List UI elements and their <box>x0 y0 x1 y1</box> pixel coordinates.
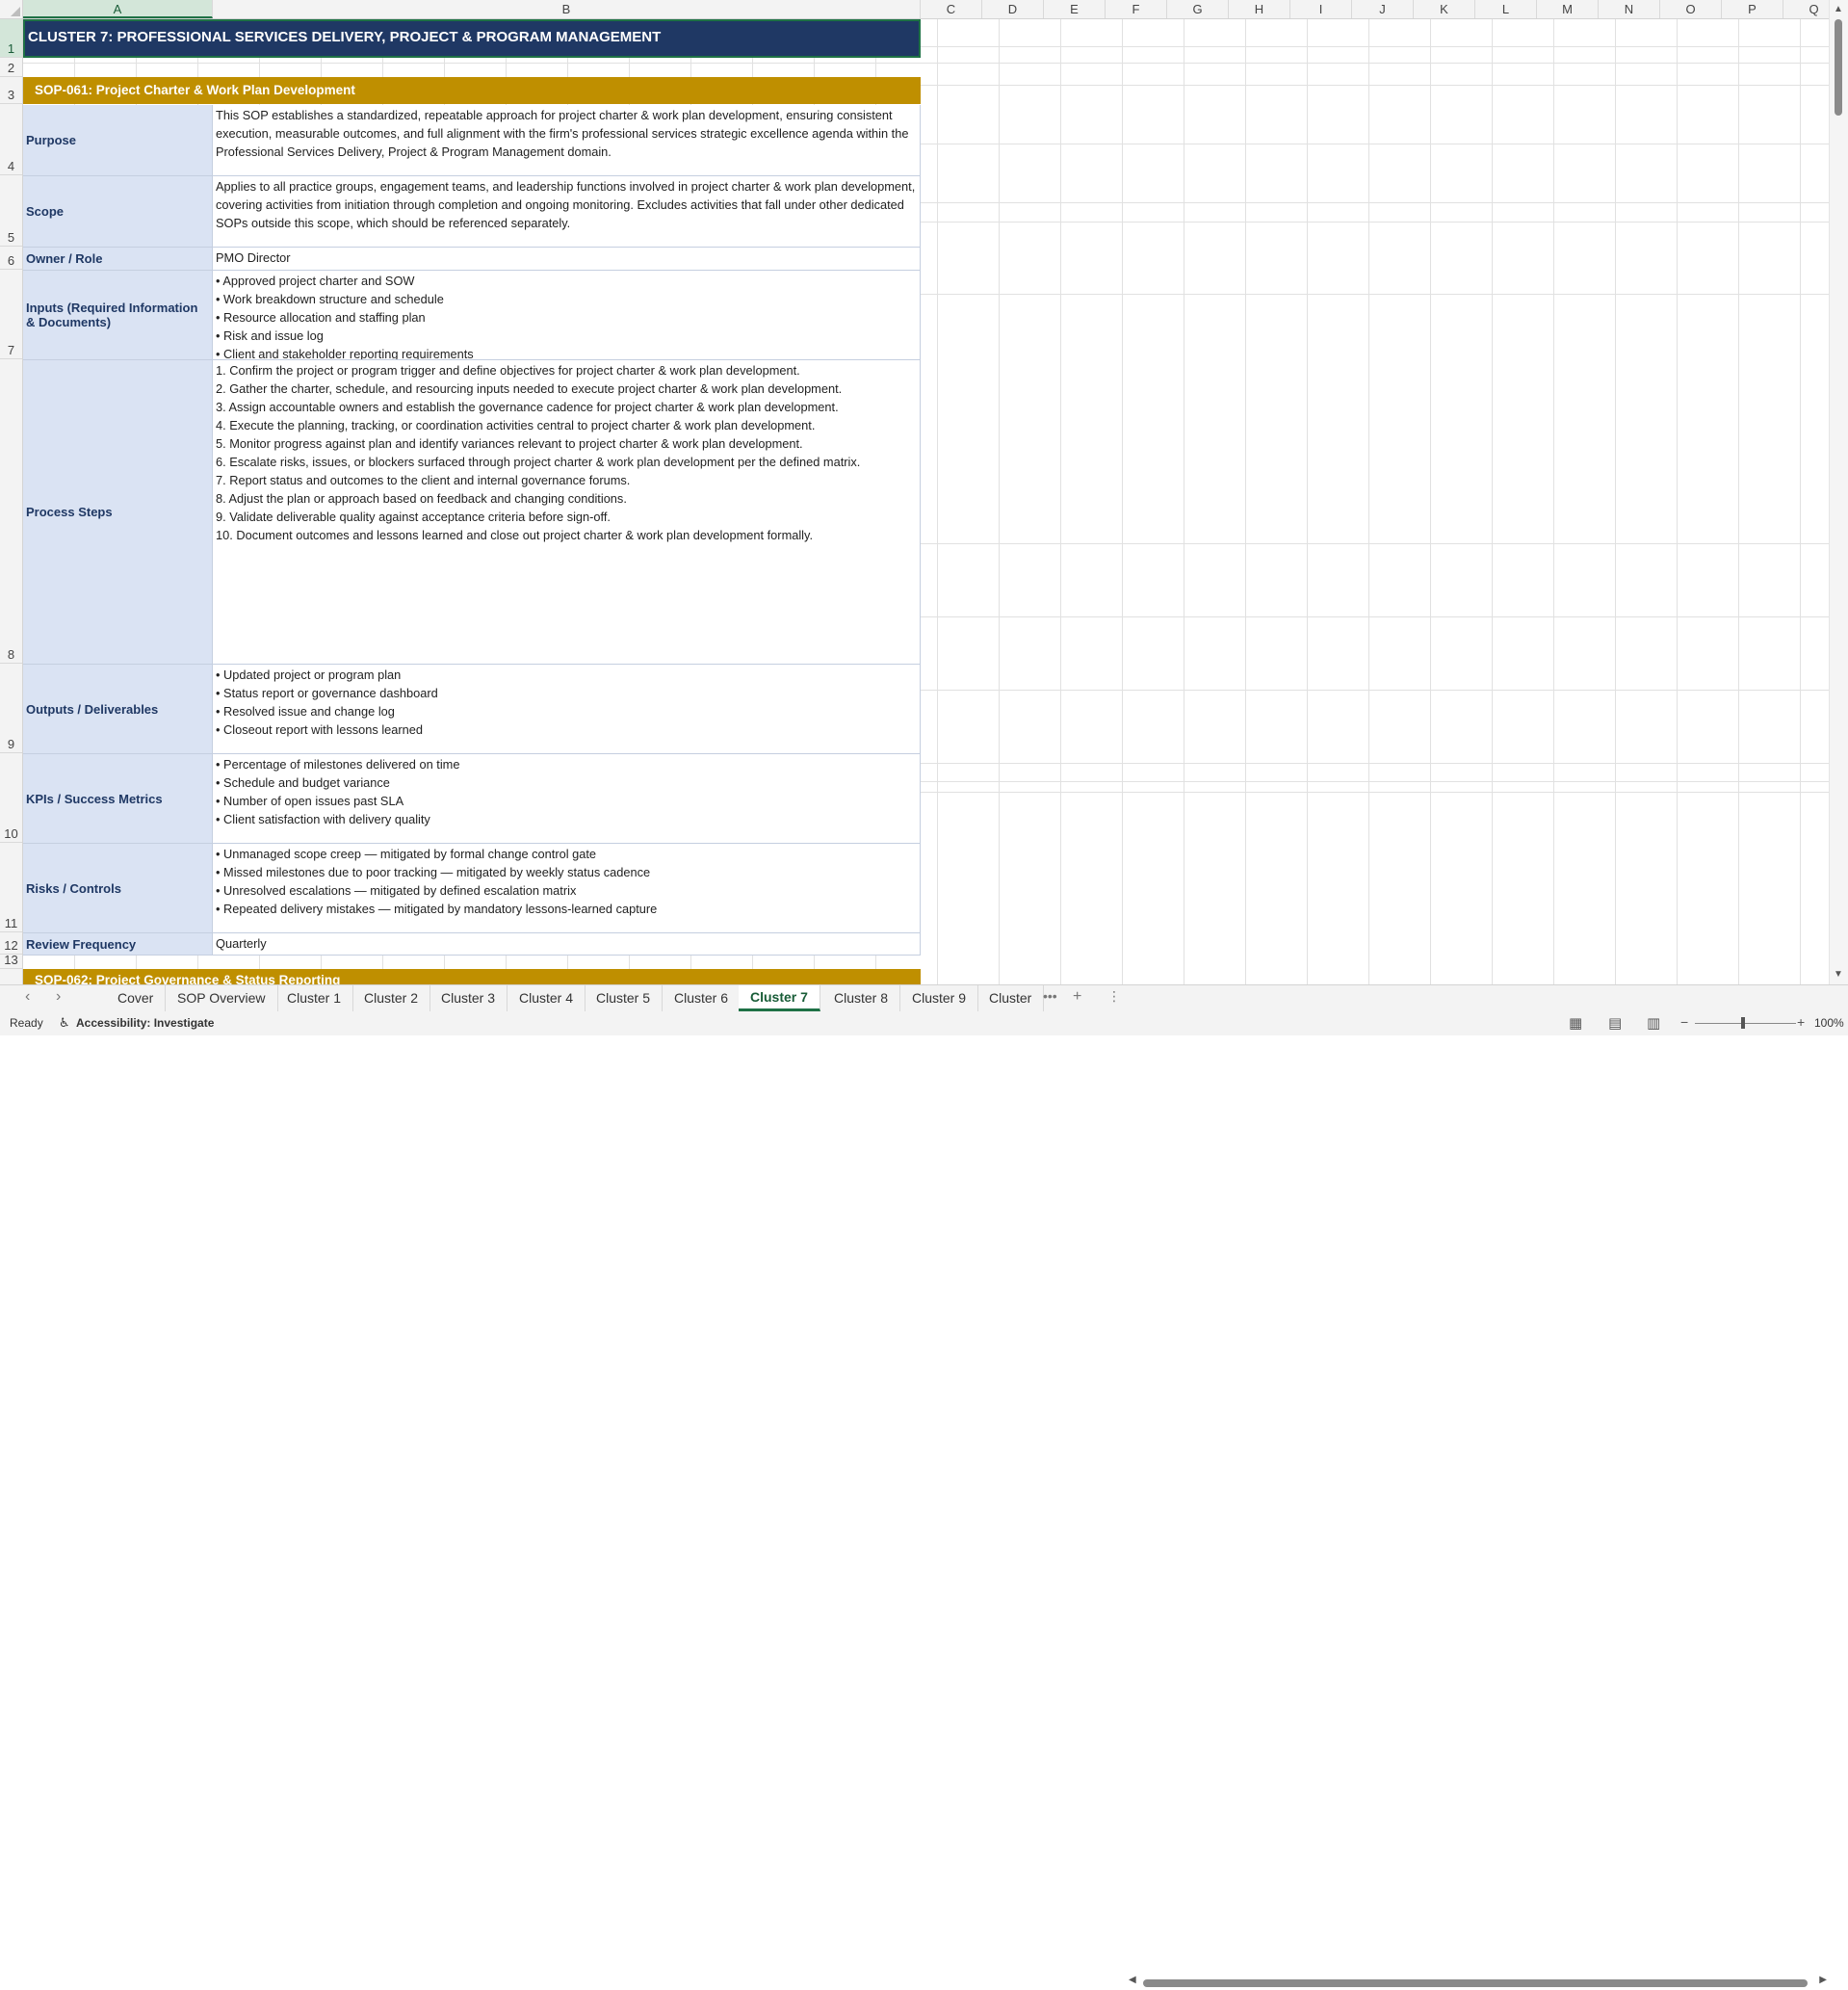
field-value-scope[interactable]: Applies to all practice groups, engageme… <box>213 176 921 248</box>
column-header-l[interactable]: L <box>1475 0 1537 18</box>
field-label-inputs[interactable]: Inputs (Required Information & Documents… <box>23 271 213 360</box>
sheet-tab-cluster-5[interactable]: Cluster 5 <box>585 985 664 1011</box>
page-layout-view-icon[interactable]: ▤ <box>1608 1014 1622 1032</box>
zoom-out-icon[interactable]: − <box>1680 1014 1688 1030</box>
column-header-b[interactable]: B <box>213 0 921 18</box>
row-header-11[interactable]: 11 <box>0 843 22 932</box>
column-header-g[interactable]: G <box>1167 0 1229 18</box>
hscroll-left-icon[interactable]: ◀ <box>1129 1975 1136 1985</box>
field-label-scope[interactable]: Scope <box>23 176 213 248</box>
vertical-scrollbar[interactable]: ▲ ▼ <box>1829 0 1848 984</box>
column-header-o[interactable]: O <box>1660 0 1722 18</box>
zoom-slider-handle[interactable] <box>1741 1017 1745 1029</box>
accessibility-status[interactable]: Accessibility: Investigate <box>76 1016 214 1030</box>
tab-scroll-left-icon[interactable]: ‹ <box>25 988 30 1006</box>
row-header-9[interactable]: 9 <box>0 664 22 753</box>
sop-header[interactable]: SOP-061: Project Charter & Work Plan Dev… <box>23 77 921 104</box>
gridline <box>23 63 1830 64</box>
sheet-tab-cluster-6[interactable]: Cluster 6 <box>663 985 742 1011</box>
row-header-7[interactable]: 7 <box>0 270 22 359</box>
column-header-i[interactable]: I <box>1290 0 1352 18</box>
normal-view-icon[interactable]: ▦ <box>1569 1014 1582 1032</box>
field-label-process-steps[interactable]: Process Steps <box>23 360 213 665</box>
column-header-j[interactable]: J <box>1352 0 1414 18</box>
status-bar: Ready ♿ Accessibility: Investigate ▦ ▤ ▥… <box>0 1011 1848 1035</box>
sheet-tab-cluster-4[interactable]: Cluster 4 <box>508 985 586 1011</box>
tab-scroll-right-icon[interactable]: › <box>56 988 61 1006</box>
zoom-level[interactable]: 100% <box>1814 1016 1844 1030</box>
vertical-scroll-thumb[interactable] <box>1835 19 1842 116</box>
sheet-tab-bar: ‹ › Cover SOP Overview Cluster 1 Cluster 2C… <box>0 984 1848 1987</box>
sheet-tab-cluster[interactable]: Cluster <box>977 985 1045 1011</box>
column-header-n[interactable]: N <box>1599 0 1660 18</box>
row-header-8[interactable]: 8 <box>0 359 22 664</box>
field-label-outputs[interactable]: Outputs / Deliverables <box>23 665 213 754</box>
field-value-kpis[interactable]: • Percentage of milestones delivered on … <box>213 754 921 844</box>
column-header-c[interactable]: C <box>921 0 982 18</box>
sheet-tab-cover[interactable]: Cover <box>106 985 167 1011</box>
scroll-down-icon[interactable]: ▼ <box>1834 969 1843 980</box>
zoom-in-icon[interactable]: + <box>1797 1014 1805 1030</box>
column-header-p[interactable]: P <box>1722 0 1783 18</box>
spreadsheet-area: ABCDEFGHIJKLMNOPQ 1 2 3 4 5 6 7 8 9 10 11 12 13 CLUS… <box>0 0 1848 984</box>
column-header-f[interactable]: F <box>1106 0 1167 18</box>
page-break-view-icon[interactable]: ▥ <box>1647 1014 1660 1032</box>
field-value-risks[interactable]: • Unmanaged scope creep — mitigated by f… <box>213 844 921 933</box>
field-value-owner[interactable]: PMO Director <box>213 248 921 271</box>
sheet-tab-cluster-9[interactable]: Cluster 9 <box>900 985 979 1011</box>
field-value-purpose[interactable]: This SOP establishes a standardized, rep… <box>213 105 921 176</box>
row-header-1[interactable]: 1 <box>0 19 22 58</box>
sheet-tab-cluster-7[interactable]: Cluster 7 <box>739 985 820 1011</box>
field-label-owner[interactable]: Owner / Role <box>23 248 213 271</box>
row-headers: 1 2 3 4 5 6 7 8 9 10 11 12 13 <box>0 19 23 984</box>
sheet-tab-cluster-2[interactable]: Cluster 2 <box>352 985 431 1011</box>
status-ready: Ready <box>10 1016 43 1030</box>
row-header-2[interactable]: 2 <box>0 58 22 77</box>
sheet-tab-cluster-8[interactable]: Cluster 8 <box>822 985 901 1011</box>
column-header-e[interactable]: E <box>1044 0 1106 18</box>
field-value-review-frequency[interactable]: Quarterly <box>213 933 921 956</box>
field-value-inputs[interactable]: • Approved project charter and SOW • Wor… <box>213 271 921 360</box>
row-header-3[interactable]: 3 <box>0 77 22 104</box>
cell-grid[interactable]: CLUSTER 7: PROFESSIONAL SERVICES DELIVER… <box>23 19 1830 984</box>
horizontal-scrollbar[interactable]: ◀ ▶ <box>1129 1975 1827 1990</box>
hscroll-right-icon[interactable]: ▶ <box>1819 1975 1827 1985</box>
row-header-4[interactable]: 4 <box>0 104 22 175</box>
row-header-5[interactable]: 5 <box>0 175 22 247</box>
sheet-tab-sop-overview[interactable]: SOP Overview <box>166 985 278 1011</box>
column-header-k[interactable]: K <box>1414 0 1475 18</box>
column-header-a[interactable]: A <box>23 0 213 18</box>
row-header-13[interactable]: 13 <box>0 953 22 969</box>
accessibility-icon[interactable]: ♿ <box>59 1015 70 1031</box>
column-header-h[interactable]: H <box>1229 0 1290 18</box>
zoom-slider[interactable] <box>1695 1023 1796 1024</box>
column-headers: ABCDEFGHIJKLMNOPQ <box>23 0 1845 19</box>
horizontal-scroll-thumb[interactable] <box>1143 1979 1808 1987</box>
field-label-review-frequency[interactable]: Review Frequency <box>23 933 213 956</box>
field-value-outputs[interactable]: • Updated project or program plan • Stat… <box>213 665 921 754</box>
field-label-purpose[interactable]: Purpose <box>23 105 213 176</box>
field-label-kpis[interactable]: KPIs / Success Metrics <box>23 754 213 844</box>
more-sheets-icon[interactable]: ••• <box>1043 988 1057 1004</box>
column-header-m[interactable]: M <box>1537 0 1599 18</box>
select-all-corner[interactable] <box>0 0 23 19</box>
column-header-d[interactable]: D <box>982 0 1044 18</box>
field-label-risks[interactable]: Risks / Controls <box>23 844 213 933</box>
scroll-up-icon[interactable]: ▲ <box>1834 4 1843 14</box>
row-header-10[interactable]: 10 <box>0 753 22 843</box>
field-value-process-steps[interactable]: 1. Confirm the project or program trigge… <box>213 360 921 665</box>
sheet-options-icon[interactable]: ⋮ <box>1107 988 1121 1005</box>
add-sheet-icon[interactable]: + <box>1073 988 1081 1006</box>
sop-header-next[interactable]: SOP-062: Project Governance & Status Rep… <box>23 969 921 984</box>
sheet-tab-cluster-3[interactable]: Cluster 3 <box>429 985 508 1011</box>
cluster-title[interactable]: CLUSTER 7: PROFESSIONAL SERVICES DELIVER… <box>23 19 921 58</box>
row-header-12[interactable]: 12 <box>0 932 22 955</box>
sheet-tab-cluster-1[interactable]: Cluster 1 <box>275 985 354 1011</box>
row-header-6[interactable]: 6 <box>0 247 22 270</box>
